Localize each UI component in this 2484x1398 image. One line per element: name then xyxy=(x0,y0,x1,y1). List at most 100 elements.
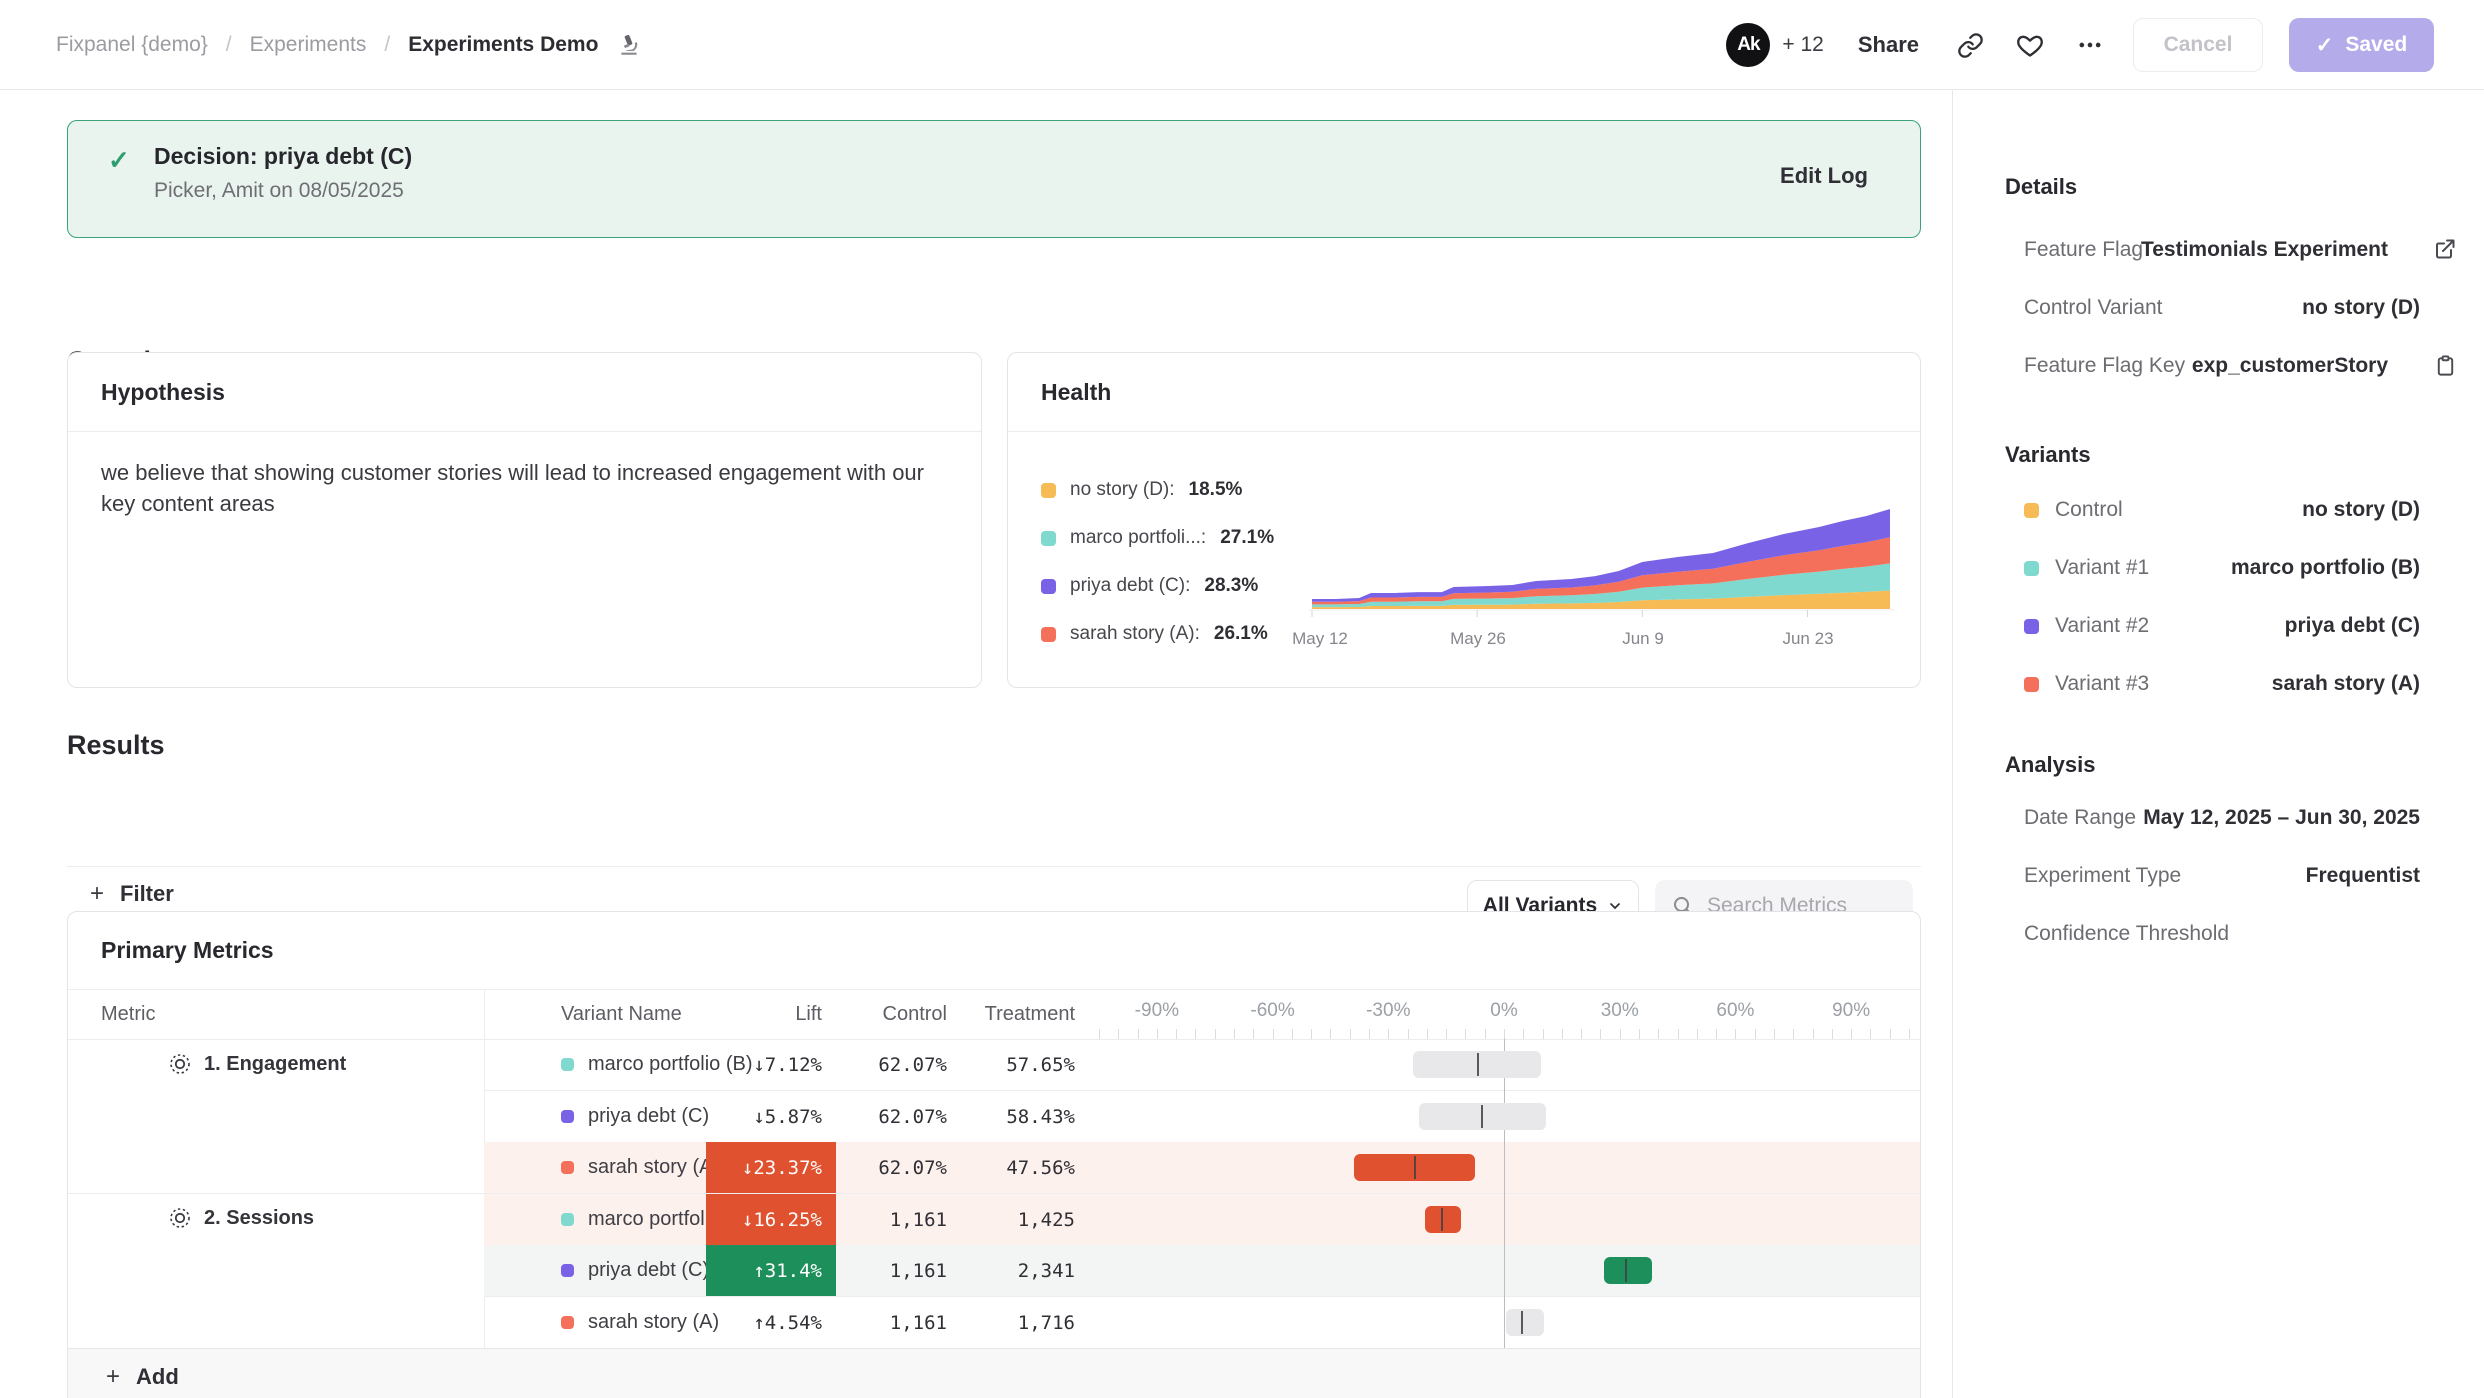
treatment-value: 1,425 xyxy=(951,1194,1075,1245)
filter-label: Filter xyxy=(120,881,174,907)
feature-flag-value[interactable]: Testimonials Experiment xyxy=(2008,238,2388,262)
lift-value: ↓7.12% xyxy=(706,1039,836,1090)
col-header-lift: Lift xyxy=(706,989,822,1039)
hypothesis-body: we believe that showing customer stories… xyxy=(101,457,961,519)
confidence-interval xyxy=(1079,1245,1921,1296)
clipboard-copy-icon[interactable] xyxy=(2432,352,2458,378)
share-button[interactable]: Share xyxy=(1858,32,1919,58)
divider xyxy=(1008,431,1920,432)
metrics-footer: + Add xyxy=(68,1348,1921,1398)
feature-flag-key-value: exp_customerStory xyxy=(2008,354,2388,378)
breadcrumb: Fixpanel {demo} / Experiments / Experime… xyxy=(56,0,642,90)
treatment-value: 58.43% xyxy=(951,1091,1075,1142)
confidence-interval xyxy=(1079,1039,1921,1090)
legend-swatch xyxy=(1041,483,1056,498)
health-card: Health no story (D): 18.5% marco portfol… xyxy=(1007,352,1921,688)
metric-group-name: 2. Sessions xyxy=(204,1207,314,1230)
col-header-treatment: Treatment xyxy=(951,989,1075,1039)
variant-name: sarah story (A) xyxy=(588,1156,719,1179)
control-value: 1,161 xyxy=(836,1297,947,1348)
legend-item: sarah story (A): 26.1% xyxy=(1041,619,1268,649)
breadcrumb-project[interactable]: Fixpanel {demo} xyxy=(56,33,208,57)
experiment-type-value: Frequentist xyxy=(2040,864,2420,888)
decision-subtitle: Picker, Amit on 08/05/2025 xyxy=(154,179,404,203)
breadcrumb-separator: / xyxy=(226,33,232,57)
ci-axis-labels: -90%-60%-30%0%30%60%90% xyxy=(1079,1000,1921,1028)
legend-value: 18.5% xyxy=(1189,479,1243,501)
legend-swatch xyxy=(1041,579,1056,594)
legend-label: priya debt (C): xyxy=(1070,575,1190,597)
decision-title: Decision: priya debt (C) xyxy=(154,143,412,170)
breadcrumb-experiments[interactable]: Experiments xyxy=(250,33,367,57)
favorite-heart-icon[interactable] xyxy=(2013,28,2047,62)
top-actions: Ak + 12 Share Cancel ✓ Saved xyxy=(1726,0,2434,90)
lift-value: ↓16.25% xyxy=(706,1194,836,1245)
health-title: Health xyxy=(1041,379,1111,406)
details-heading: Details xyxy=(2005,174,2077,200)
x-tick-label: Jun 9 xyxy=(1622,629,1664,649)
metric-group-name: 1. Engagement xyxy=(204,1053,346,1076)
microscope-icon xyxy=(616,32,642,58)
legend-swatch xyxy=(1041,627,1056,642)
lift-value: ↓23.37% xyxy=(706,1142,836,1193)
control-value: 62.07% xyxy=(836,1091,947,1142)
x-tick-label: May 26 xyxy=(1450,629,1506,649)
hypothesis-title: Hypothesis xyxy=(101,379,225,406)
cancel-button[interactable]: Cancel xyxy=(2133,18,2263,72)
metric-group-engagement[interactable]: 1. Engagement xyxy=(168,1052,346,1076)
health-area-chart xyxy=(1309,503,1895,619)
control-value: 1,161 xyxy=(836,1245,947,1296)
variant-name: sarah story (A) xyxy=(588,1311,719,1334)
avatar[interactable]: Ak xyxy=(1726,23,1770,67)
legend-swatch xyxy=(1041,531,1056,546)
plus-icon: + xyxy=(106,1363,120,1391)
treatment-value: 1,716 xyxy=(951,1297,1075,1348)
variant-name: priya debt (C) xyxy=(588,1105,709,1128)
legend-item: no story (D): 18.5% xyxy=(1041,475,1242,505)
legend-label: marco portfoli...: xyxy=(1070,527,1206,549)
variant-value: sarah story (A) xyxy=(2040,672,2420,696)
primary-metrics-card: Primary Metrics Metric Variant Name Lift… xyxy=(67,911,1921,1398)
legend-label: no story (D): xyxy=(1070,479,1175,501)
breadcrumb-current: Experiments Demo xyxy=(408,33,598,57)
top-bar: Fixpanel {demo} / Experiments / Experime… xyxy=(0,0,2484,90)
lift-value: ↑31.4% xyxy=(706,1245,836,1296)
check-icon: ✓ xyxy=(2316,33,2334,58)
treatment-value: 47.56% xyxy=(951,1142,1075,1193)
control-value: 62.07% xyxy=(836,1142,947,1193)
edit-log-button[interactable]: Edit Log xyxy=(1780,163,1868,189)
lift-value: ↑4.54% xyxy=(706,1297,836,1348)
legend-value: 27.1% xyxy=(1220,527,1274,549)
legend-label: sarah story (A): xyxy=(1070,623,1200,645)
divider xyxy=(68,431,981,432)
metric-group-sessions[interactable]: 2. Sessions xyxy=(168,1206,314,1230)
ci-axis-ticks xyxy=(1079,1029,1921,1039)
confidence-interval xyxy=(1079,1194,1921,1245)
analysis-label: Confidence Threshold xyxy=(2024,922,2374,946)
treatment-value: 2,341 xyxy=(951,1245,1075,1296)
results-heading: Results xyxy=(67,730,165,761)
analysis-heading: Analysis xyxy=(2005,752,2096,778)
collaborator-count[interactable]: + 12 xyxy=(1782,33,1823,57)
plus-icon: + xyxy=(90,880,104,908)
copy-link-icon[interactable] xyxy=(1953,28,1987,62)
lift-value: ↓5.87% xyxy=(706,1091,836,1142)
decision-check-icon: ✓ xyxy=(108,145,130,176)
variants-heading: Variants xyxy=(2005,442,2091,468)
metric-icon xyxy=(168,1206,192,1230)
decision-banner: ✓ Decision: priya debt (C) Picker, Amit … xyxy=(67,120,1921,238)
filter-button[interactable]: + Filter xyxy=(90,880,174,908)
external-link-icon[interactable] xyxy=(2432,236,2458,262)
x-tick-label: May 12 xyxy=(1292,629,1348,649)
add-label: Add xyxy=(136,1364,179,1390)
confidence-interval xyxy=(1079,1297,1921,1348)
date-range-value: May 12, 2025 – Jun 30, 2025 xyxy=(2040,806,2420,830)
divider xyxy=(67,866,1921,867)
more-menu-icon[interactable] xyxy=(2073,28,2107,62)
legend-item: marco portfoli...: 27.1% xyxy=(1041,523,1274,553)
legend-item: priya debt (C): 28.3% xyxy=(1041,571,1258,601)
add-metric-button[interactable]: + Add xyxy=(106,1363,179,1391)
variant-name: priya debt (C) xyxy=(588,1259,709,1282)
saved-button[interactable]: ✓ Saved xyxy=(2289,18,2434,72)
control-value: 62.07% xyxy=(836,1039,947,1090)
